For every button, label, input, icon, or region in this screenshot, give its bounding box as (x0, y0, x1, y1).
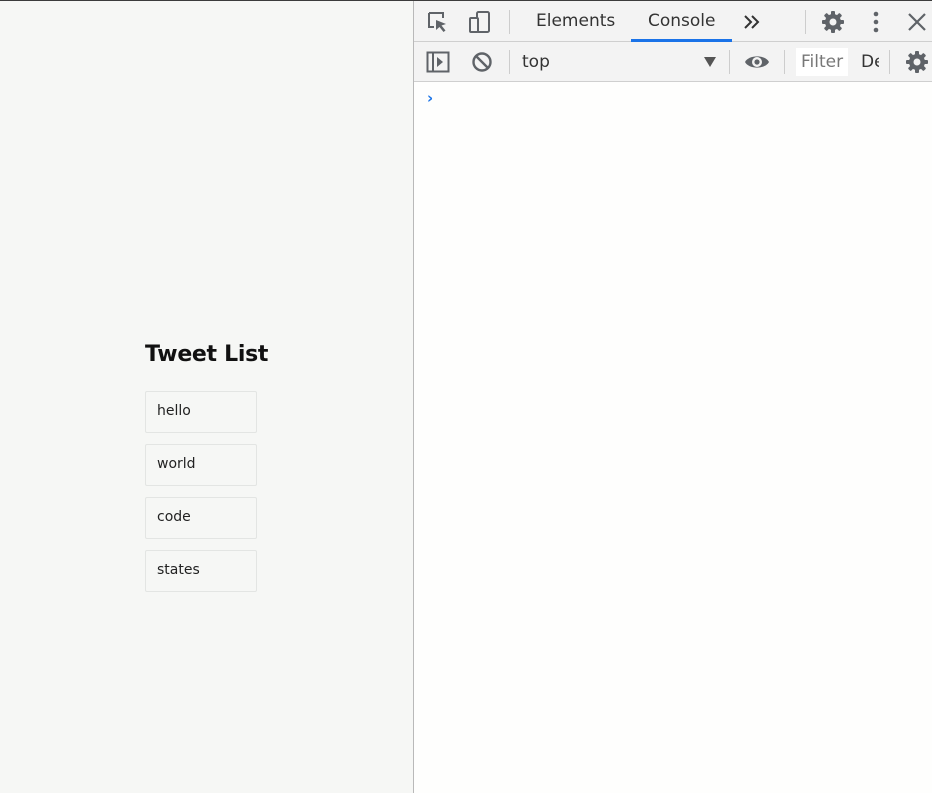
screen: Tweet List hello world code states Eleme… (0, 0, 932, 793)
console-output[interactable]: › (414, 83, 932, 793)
close-icon[interactable] (906, 11, 928, 33)
tab-bar-divider (509, 10, 510, 34)
tab-elements[interactable]: Elements (536, 1, 615, 42)
console-settings-gear-icon[interactable] (905, 50, 929, 74)
log-levels-dropdown[interactable]: Default levels (861, 42, 879, 82)
tweet-item[interactable]: world (145, 444, 257, 486)
tweet-list-title: Tweet List (145, 342, 269, 367)
device-toolbar-icon[interactable] (468, 10, 492, 34)
toolbar-divider (889, 50, 890, 74)
tab-console[interactable]: Console (648, 1, 716, 42)
devtools-tab-bar: Elements Console (414, 1, 932, 42)
tweet-item[interactable]: hello (145, 391, 257, 433)
inspect-element-icon[interactable] (426, 10, 450, 34)
console-prompt[interactable]: › (427, 89, 433, 107)
double-chevron-right-icon[interactable] (740, 10, 764, 34)
toolbar-divider (784, 50, 785, 74)
toolbar-divider (509, 50, 510, 74)
tweet-item[interactable]: states (145, 550, 257, 592)
eye-icon[interactable] (744, 50, 770, 74)
gear-icon[interactable] (821, 10, 845, 34)
sidebar-toggle-icon[interactable] (426, 51, 450, 73)
more-options-icon[interactable] (864, 10, 888, 34)
toolbar-divider (729, 50, 730, 74)
clear-console-icon[interactable] (471, 51, 493, 73)
dropdown-arrow-icon[interactable] (704, 57, 716, 67)
page-viewport: Tweet List hello world code states (0, 1, 414, 793)
tweet-list: Tweet List hello world code states (145, 339, 365, 603)
tab-bar-divider (805, 10, 806, 34)
console-toolbar: top Default levels (414, 42, 932, 82)
context-selector[interactable]: top (522, 42, 550, 82)
devtools-panel: Elements Console top Filter D › (413, 1, 932, 793)
tweet-item[interactable]: code (145, 497, 257, 539)
console-filter-input[interactable] (796, 48, 848, 76)
